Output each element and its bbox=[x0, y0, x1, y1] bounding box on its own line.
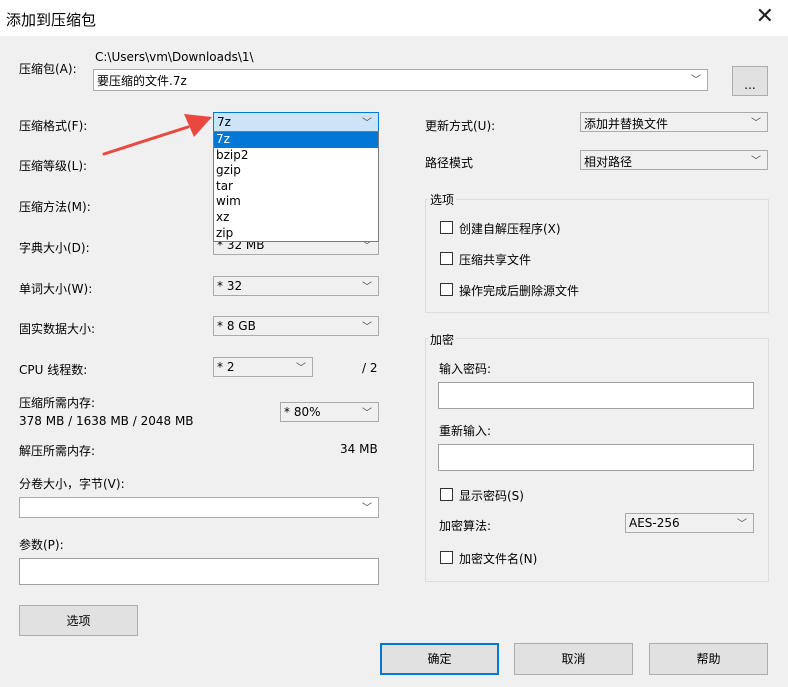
word-size-value: * 32 bbox=[217, 279, 243, 293]
sfx-label: 创建自解压程序(X) bbox=[459, 222, 561, 236]
chevron-down-icon: ﹀ bbox=[362, 282, 372, 293]
update-mode-label: 更新方式(U): bbox=[425, 119, 496, 133]
password-input[interactable] bbox=[438, 382, 754, 409]
chevron-down-icon: ﹀ bbox=[737, 519, 747, 530]
chevron-down-icon: ﹀ bbox=[296, 363, 306, 374]
browse-button[interactable]: ... bbox=[732, 66, 768, 96]
chevron-down-icon: ﹀ bbox=[362, 408, 372, 419]
shared-checkbox[interactable] bbox=[440, 252, 453, 265]
word-size-select[interactable]: * 32 ﹀ bbox=[213, 276, 379, 296]
format-option[interactable]: xz bbox=[214, 210, 378, 226]
solid-size-select[interactable]: * 8 GB ﹀ bbox=[213, 316, 379, 336]
cancel-button[interactable]: 取消 bbox=[514, 643, 633, 675]
chevron-down-icon: ﹀ bbox=[691, 75, 701, 86]
chevron-down-icon: ﹀ bbox=[362, 118, 372, 129]
chevron-down-icon: ﹀ bbox=[362, 322, 372, 333]
delete-files-label: 操作完成后删除源文件 bbox=[459, 284, 580, 298]
update-mode-value: 添加并替换文件 bbox=[584, 117, 669, 131]
method-label: 压缩方法(M): bbox=[19, 200, 91, 214]
options-button[interactable]: 选项 bbox=[19, 605, 138, 636]
format-option[interactable]: bzip2 bbox=[214, 148, 378, 164]
level-label: 压缩等级(L): bbox=[19, 159, 88, 173]
update-mode-select[interactable]: 添加并替换文件 ﹀ bbox=[580, 112, 768, 132]
path-mode-label: 路径模式 bbox=[425, 156, 474, 170]
chevron-down-icon: ﹀ bbox=[362, 503, 372, 514]
show-password-label: 显示密码(S) bbox=[459, 489, 524, 503]
archive-label: 压缩包(A): bbox=[19, 62, 77, 76]
solid-size-label: 固实数据大小: bbox=[19, 322, 96, 336]
split-size-label: 分卷大小，字节(V): bbox=[19, 477, 125, 491]
format-option[interactable]: 7z bbox=[214, 132, 378, 148]
archive-name-combo[interactable]: 要压缩的文件.7z ﹀ bbox=[93, 69, 708, 91]
path-mode-select[interactable]: 相对路径 ﹀ bbox=[580, 150, 768, 170]
chevron-down-icon: ﹀ bbox=[751, 118, 761, 129]
ok-button[interactable]: 确定 bbox=[380, 643, 499, 675]
cpu-threads-select[interactable]: * 2 ﹀ bbox=[213, 357, 313, 377]
format-option[interactable]: tar bbox=[214, 179, 378, 195]
reenter-password-label: 重新输入: bbox=[439, 424, 492, 438]
params-input[interactable] bbox=[19, 558, 379, 585]
help-button[interactable]: 帮助 bbox=[649, 643, 768, 675]
encryption-method-select[interactable]: AES-256 ﹀ bbox=[625, 513, 754, 533]
title-bar: 添加到压缩包 ✕ bbox=[0, 0, 788, 36]
path-mode-value: 相对路径 bbox=[584, 155, 633, 169]
memory-compress-label: 压缩所需内存: bbox=[19, 396, 96, 410]
close-icon[interactable]: ✕ bbox=[756, 4, 774, 29]
format-option[interactable]: zip bbox=[214, 226, 378, 242]
memory-percent-value: * 80% bbox=[284, 405, 321, 419]
format-option[interactable]: gzip bbox=[214, 163, 378, 179]
sfx-checkbox[interactable] bbox=[440, 221, 453, 234]
format-value: 7z bbox=[217, 115, 231, 129]
cpu-threads-value: * 2 bbox=[217, 360, 235, 374]
format-option[interactable]: wim bbox=[214, 194, 378, 210]
archive-name-value: 要压缩的文件.7z bbox=[97, 74, 187, 88]
encryption-group-title: 加密 bbox=[428, 331, 457, 348]
encrypt-names-label: 加密文件名(N) bbox=[459, 552, 538, 566]
word-size-label: 单词大小(W): bbox=[19, 282, 93, 296]
add-to-archive-dialog: 添加到压缩包 ✕ 压缩包(A): C:\Users\vm\Downloads\1… bbox=[0, 0, 788, 687]
delete-files-checkbox[interactable] bbox=[440, 283, 453, 296]
memory-decompress-label: 解压所需内存: bbox=[19, 444, 96, 458]
memory-percent-select[interactable]: * 80% ﹀ bbox=[280, 402, 379, 422]
password-label: 输入密码: bbox=[439, 362, 492, 376]
cpu-threads-total: / 2 bbox=[362, 361, 378, 375]
options-group-title: 选项 bbox=[428, 191, 457, 208]
memory-decompress-value: 34 MB bbox=[340, 442, 378, 456]
chevron-down-icon: ﹀ bbox=[751, 156, 761, 167]
split-size-combo[interactable]: ﹀ bbox=[19, 497, 379, 518]
encrypt-names-checkbox[interactable] bbox=[440, 551, 453, 564]
window-title: 添加到压缩包 bbox=[6, 11, 97, 29]
show-password-checkbox[interactable] bbox=[440, 488, 453, 501]
encryption-method-label: 加密算法: bbox=[439, 519, 492, 533]
encryption-method-value: AES-256 bbox=[629, 516, 680, 530]
params-label: 参数(P): bbox=[19, 538, 64, 552]
cpu-threads-label: CPU 线程数: bbox=[19, 363, 88, 377]
annotation-arrow-icon bbox=[102, 114, 212, 156]
reenter-password-input[interactable] bbox=[438, 444, 754, 471]
solid-size-value: * 8 GB bbox=[217, 319, 256, 333]
shared-label: 压缩共享文件 bbox=[459, 253, 532, 267]
archive-path: C:\Users\vm\Downloads\1\ bbox=[95, 50, 254, 64]
format-dropdown-list: 7z bzip2 gzip tar wim xz zip bbox=[213, 131, 379, 242]
dict-size-label: 字典大小(D): bbox=[19, 241, 90, 255]
memory-compress-value: 378 MB / 1638 MB / 2048 MB bbox=[19, 414, 194, 428]
format-select[interactable]: 7z ﹀ bbox=[213, 112, 379, 133]
format-label: 压缩格式(F): bbox=[19, 119, 88, 133]
